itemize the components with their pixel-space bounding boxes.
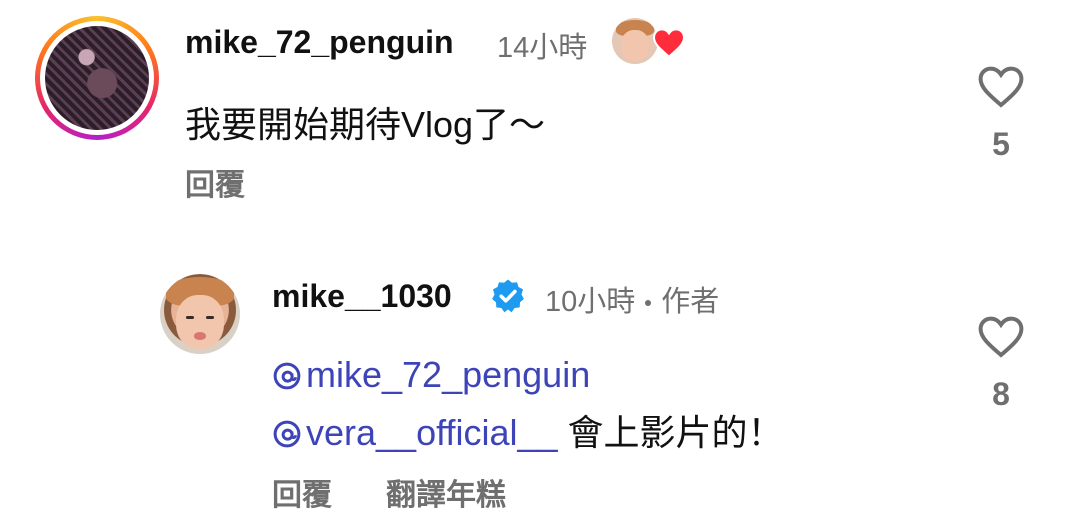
avatar-eye <box>206 315 215 319</box>
like-count: 8 <box>992 376 1010 412</box>
comment-username[interactable]: mike__1030 <box>272 278 452 315</box>
avatar-face <box>621 29 649 62</box>
comment-username[interactable]: mike_72_penguin <box>185 24 454 61</box>
mention-line: vera__official__ 會上影片的！ <box>272 404 784 462</box>
separator-dot <box>645 300 652 307</box>
threads-at-icon <box>273 420 301 448</box>
mention-line: mike_72_penguin <box>272 346 784 404</box>
avatar-face <box>176 294 224 350</box>
comment-text: mike_72_penguin vera__official__ 會上影片的！ <box>272 346 784 462</box>
reply-button[interactable]: 回覆 <box>272 470 332 514</box>
comment-item: mike_72_penguin 14小時 我要開始期待Vlog了～ 回覆 5 <box>0 0 1080 220</box>
like-count: 5 <box>992 126 1010 162</box>
comment-item: mike__1030 10小時 作者 mike_72_penguin vera_… <box>0 250 1080 522</box>
threads-at-icon <box>273 362 301 390</box>
mention-link[interactable]: vera__official__ <box>272 412 568 453</box>
heart-outline-icon[interactable] <box>977 315 1025 359</box>
comment-timestamp: 10小時 作者 <box>545 278 719 320</box>
mention-username: vera__official__ <box>306 412 558 453</box>
comment-text: 我要開始期待Vlog了～ <box>185 104 546 145</box>
mention-link[interactable]: mike_72_penguin <box>272 354 590 395</box>
avatar-eye <box>185 315 194 319</box>
author-tag: 作者 <box>661 286 720 318</box>
reply-button[interactable]: 回覆 <box>185 160 245 204</box>
mention-username: mike_72_penguin <box>306 354 591 395</box>
avatar <box>45 26 149 130</box>
avatar-mouth <box>193 331 207 340</box>
comment-timestamp: 14小時 <box>497 32 588 64</box>
heart-filled-icon <box>652 28 686 58</box>
avatar[interactable] <box>160 274 240 354</box>
comment-time: 10小時 <box>545 286 636 318</box>
verified-badge-icon <box>492 279 524 313</box>
avatar-story-ring[interactable] <box>35 16 159 140</box>
comment-text-rest: 會上影片的！ <box>567 412 784 453</box>
heart-outline-icon[interactable] <box>977 65 1025 109</box>
translate-button[interactable]: 翻譯年糕 <box>386 470 506 514</box>
